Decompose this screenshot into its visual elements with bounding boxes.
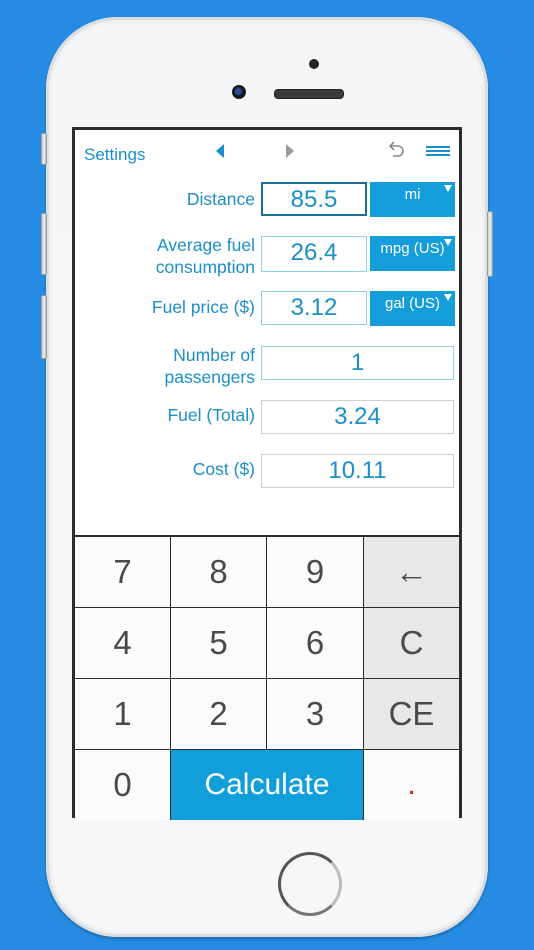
distance-unit-dropdown[interactable]: mi (370, 182, 455, 217)
key-5[interactable]: 5 (171, 608, 267, 679)
passengers-label-line1: Number of (173, 345, 255, 365)
price-input[interactable]: 3.12 (261, 291, 367, 325)
front-camera-icon (232, 85, 246, 99)
earpiece-speaker (274, 89, 344, 99)
mute-switch (41, 133, 47, 165)
triangle-right-icon[interactable] (286, 144, 294, 158)
keypad: 7 8 9 ← 4 5 6 C 1 2 3 CE 0 Calculate . (75, 535, 459, 820)
dropdown-caret-icon (444, 185, 452, 192)
backspace-key[interactable]: ← (364, 537, 459, 608)
calculate-button[interactable]: Calculate (171, 750, 364, 820)
triangle-left-icon[interactable] (216, 144, 224, 158)
undo-arrow-icon[interactable] (385, 140, 407, 162)
consumption-input[interactable]: 26.4 (261, 236, 367, 272)
key-2[interactable]: 2 (171, 679, 267, 750)
price-unit-value: gal (US) (384, 295, 440, 312)
clear-key[interactable]: C (364, 608, 459, 679)
volume-down-button (41, 295, 47, 359)
key-1[interactable]: 1 (75, 679, 171, 750)
key-4[interactable]: 4 (75, 608, 171, 679)
passengers-label-line2: passengers (164, 367, 255, 387)
consumption-unit-value: mpg (US) (380, 240, 445, 257)
hamburger-menu-icon[interactable] (426, 146, 450, 156)
consumption-label-line2: consumption (155, 257, 255, 277)
distance-input[interactable]: 85.5 (261, 182, 367, 216)
distance-label: Distance (186, 189, 255, 209)
passengers-label: Number of passengers (165, 344, 255, 388)
price-unit-dropdown[interactable]: gal (US) (370, 291, 455, 326)
consumption-unit-dropdown[interactable]: mpg (US) (370, 236, 455, 271)
dropdown-caret-icon (444, 239, 452, 246)
fuel-total-output: 3.24 (261, 400, 454, 434)
cost-label: Cost ($) (192, 459, 255, 479)
volume-up-button (41, 213, 47, 275)
distance-unit-value: mi (404, 186, 421, 203)
key-8[interactable]: 8 (171, 537, 267, 608)
key-7[interactable]: 7 (75, 537, 171, 608)
price-label: Fuel price ($) (151, 297, 255, 317)
app-screen: Settings Distance 85.5 mi Average fuel c… (72, 127, 462, 820)
key-6[interactable]: 6 (267, 608, 364, 679)
top-bar: Settings (75, 130, 459, 174)
passengers-input[interactable]: 1 (261, 346, 454, 380)
power-button (487, 211, 493, 277)
decimal-point-key[interactable]: . (364, 750, 459, 820)
cost-output: 10.11 (261, 454, 454, 488)
settings-button[interactable]: Settings (84, 145, 145, 165)
key-0[interactable]: 0 (75, 750, 171, 820)
fuel-total-label: Fuel (Total) (167, 405, 255, 425)
consumption-label-line1: Average fuel (157, 235, 255, 255)
home-button[interactable] (278, 852, 342, 916)
dropdown-caret-icon (444, 294, 452, 301)
consumption-label: Average fuel consumption (156, 234, 255, 278)
key-3[interactable]: 3 (267, 679, 364, 750)
clear-entry-key[interactable]: CE (364, 679, 459, 750)
proximity-sensor (309, 59, 319, 69)
key-9[interactable]: 9 (267, 537, 364, 608)
